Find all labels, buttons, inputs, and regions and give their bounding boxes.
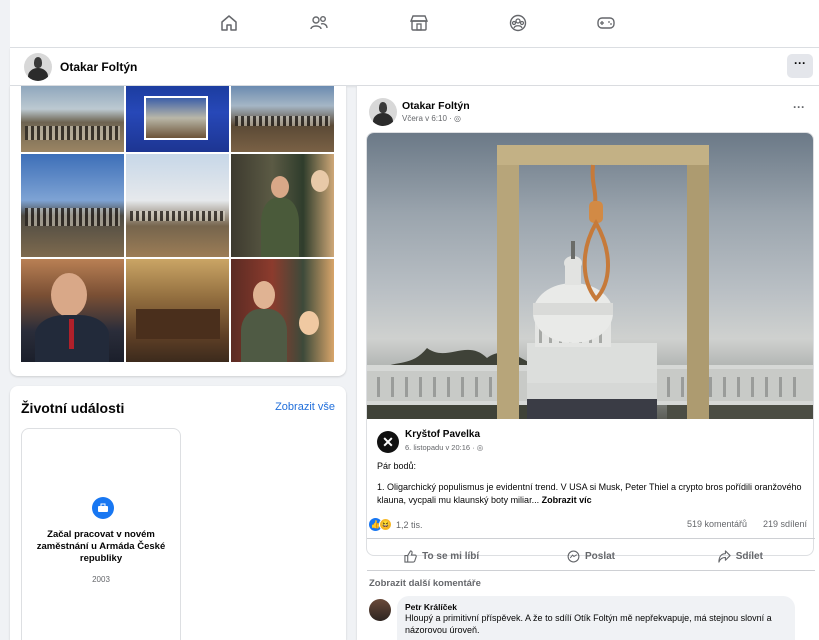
shared-post[interactable]: ✕ Kryštof Pavelka 6. listopadu v 20:16 ·…	[366, 132, 814, 556]
share-icon	[718, 549, 731, 563]
top-navigation	[10, 0, 819, 48]
photo-thumbnail[interactable]	[21, 259, 124, 362]
share-label: Sdílet	[735, 550, 763, 562]
shares-count[interactable]: 219 sdílení	[763, 519, 807, 529]
life-events-card: Životní události Zobrazit vše Začal prac…	[10, 386, 346, 640]
thumbs-up-icon	[404, 549, 417, 563]
post-author-avatar[interactable]	[369, 98, 397, 126]
messenger-icon	[567, 550, 580, 563]
marketplace-icon[interactable]	[408, 12, 430, 34]
friends-icon[interactable]	[308, 12, 330, 34]
comment-author-name[interactable]: Petr Králíček	[405, 602, 787, 612]
comments-count[interactable]: 519 komentářů	[687, 519, 747, 529]
shared-timestamp[interactable]: 6. listopadu v 20:16 · ◎	[405, 443, 483, 452]
globe-icon: ◎	[476, 443, 484, 452]
briefcase-icon	[92, 497, 114, 519]
life-event-item[interactable]: Začal pracovat v novém zaměstnání u Armá…	[21, 428, 181, 640]
photo-thumbnail[interactable]	[231, 154, 334, 257]
photo-thumbnail[interactable]	[126, 86, 229, 152]
reactions-summary[interactable]: 👍 😆 1,2 tis.	[369, 518, 423, 531]
see-more-link[interactable]: Zobrazit víc	[542, 495, 592, 505]
globe-icon: ◎	[454, 114, 462, 123]
shared-author-name[interactable]: Kryštof Pavelka	[405, 429, 480, 440]
like-label: To se mi líbí	[422, 550, 480, 562]
divider	[367, 570, 815, 571]
divider	[367, 538, 815, 539]
life-event-text: Začal pracovat v novém zaměstnání u Armá…	[36, 529, 166, 564]
comment-bubble: Petr Králíček Hloupý a primitivní příspě…	[397, 596, 795, 640]
shared-post-body: ✕ Kryštof Pavelka 6. listopadu v 20:16 ·…	[367, 419, 813, 555]
post-author-name[interactable]: Otakar Foltýn	[402, 100, 470, 112]
post-options-button[interactable]: ···	[793, 100, 805, 114]
like-button[interactable]: To se mi líbí	[367, 542, 516, 570]
photo-thumbnail[interactable]	[21, 86, 124, 152]
haha-reaction-icon: 😆	[379, 518, 392, 531]
comment-author-avatar[interactable]	[369, 599, 391, 621]
reactions-count: 1,2 tis.	[396, 519, 423, 530]
shared-post-text: 1. Oligarchický populismus je evidentní …	[377, 482, 802, 505]
post-actions: To se mi líbí Poslat Sdílet	[367, 542, 815, 570]
life-event-year: 2003	[92, 575, 110, 584]
photo-thumbnail[interactable]	[231, 86, 334, 152]
see-all-link[interactable]: Zobrazit vše	[275, 401, 335, 413]
shared-author-avatar[interactable]: ✕	[377, 431, 399, 453]
photo-thumbnail[interactable]	[126, 154, 229, 257]
groups-icon[interactable]	[507, 12, 529, 34]
post-stats: 👍 😆 1,2 tis. 519 komentářů 219 sdílení	[369, 518, 817, 534]
profile-name[interactable]: Otakar Foltýn	[60, 60, 137, 74]
photo-thumbnail[interactable]	[231, 259, 334, 362]
profile-more-button[interactable]: ···	[787, 54, 813, 78]
life-events-title: Životní události	[21, 400, 125, 416]
photos-card	[10, 86, 346, 376]
photo-thumbnail[interactable]	[126, 259, 229, 362]
send-label: Poslat	[584, 550, 615, 562]
post-card: Otakar Foltýn Včera v 6:10 · ◎ ··· ✕ Kry…	[357, 86, 819, 640]
share-button[interactable]: Sdílet	[666, 542, 815, 570]
shared-post-image[interactable]	[367, 133, 813, 419]
shared-post-lead: Pár bodů:	[377, 461, 417, 471]
send-button[interactable]: Poslat	[516, 542, 665, 570]
gaming-icon[interactable]	[595, 12, 617, 34]
comment-text: Hloupý a primitivní příspěvek. A že to s…	[405, 613, 772, 635]
home-icon[interactable]	[218, 12, 240, 34]
post-timestamp[interactable]: Včera v 6:10 · ◎	[402, 114, 461, 123]
photo-thumbnail[interactable]	[21, 154, 124, 257]
view-more-comments-link[interactable]: Zobrazit další komentáře	[369, 578, 481, 589]
profile-header-bar: Otakar Foltýn ···	[10, 48, 819, 86]
profile-avatar[interactable]	[24, 53, 52, 81]
